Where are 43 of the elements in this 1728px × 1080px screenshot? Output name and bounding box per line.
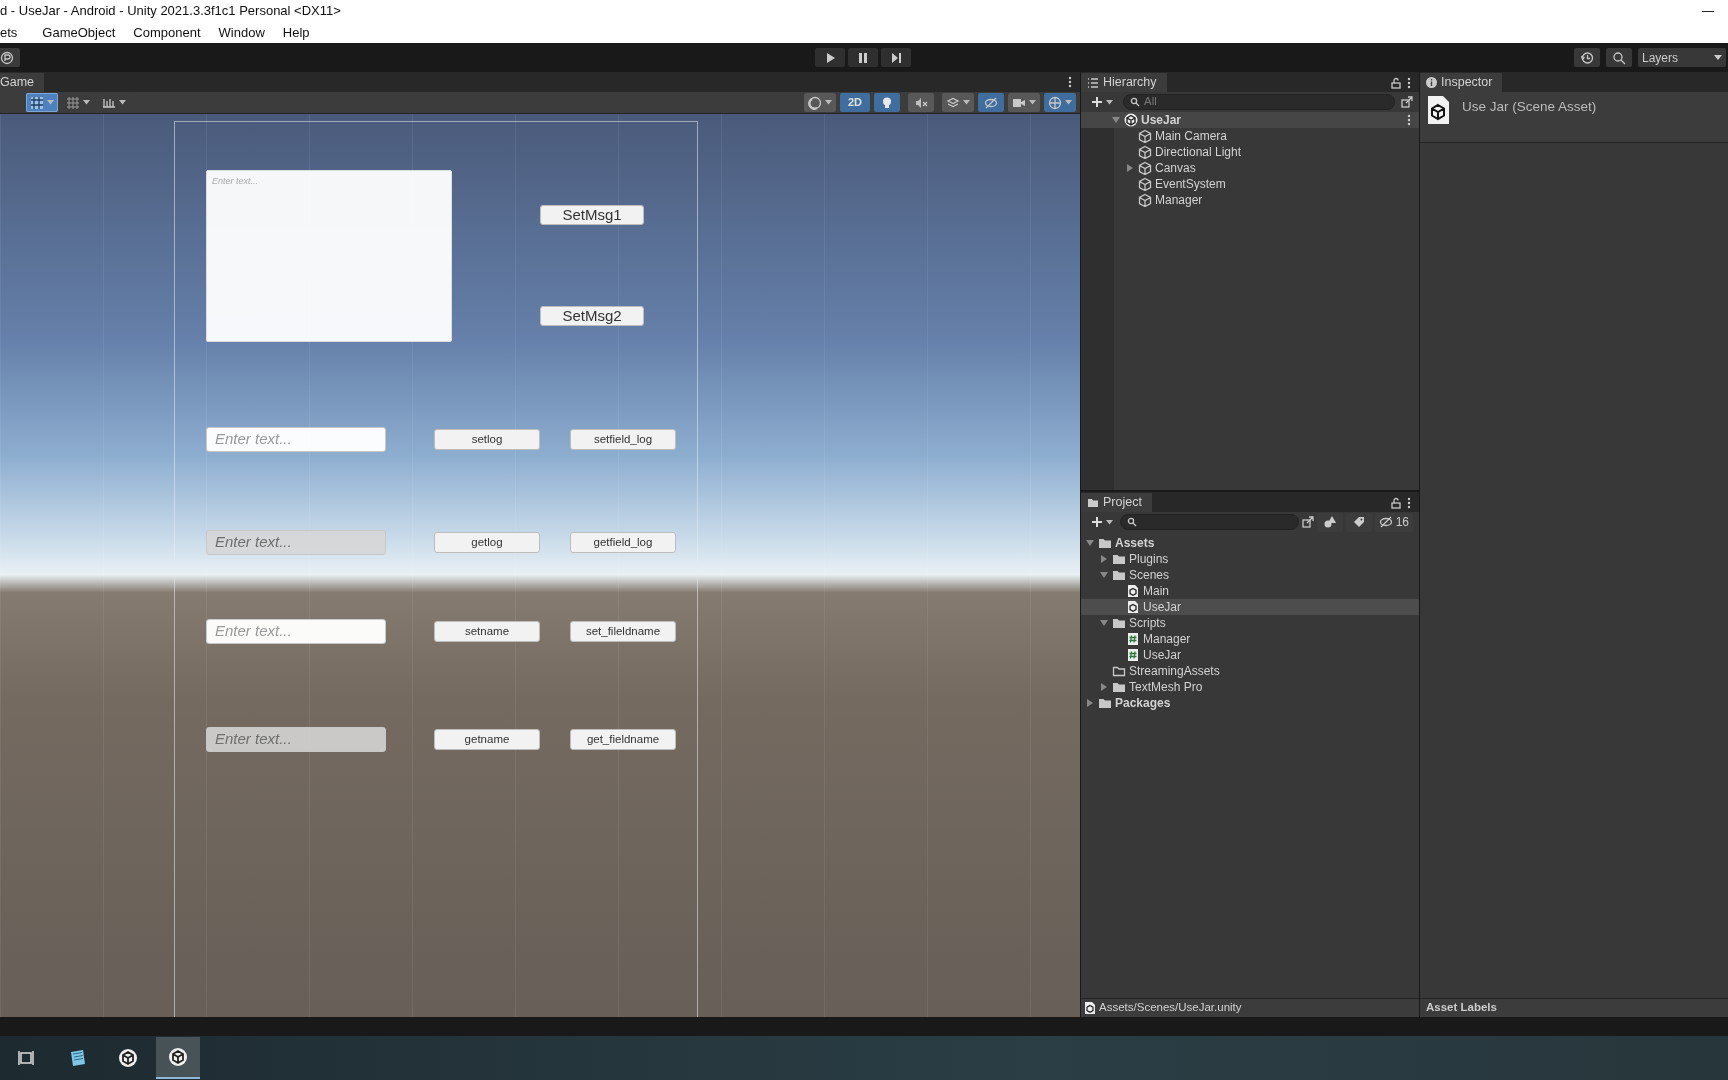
hidden-packages-button[interactable]: 16 [1374, 512, 1413, 532]
hierarchy-item[interactable]: Directional Light [1081, 144, 1419, 160]
menu-item[interactable]: Help [282, 22, 310, 43]
menu-item[interactable]: Window [218, 22, 265, 43]
action-button[interactable]: setlog [434, 429, 540, 450]
inspector-tab[interactable]: Inspector [1420, 73, 1503, 92]
layers-dropdown[interactable]: Layers [1638, 48, 1726, 67]
project-item[interactable]: UseJar [1081, 599, 1419, 615]
project-item[interactable]: Scenes [1081, 567, 1419, 583]
project-item[interactable]: Manager [1081, 631, 1419, 647]
project-item[interactable]: TextMesh Pro [1081, 679, 1419, 695]
action-button[interactable]: getname [434, 729, 540, 750]
action-button[interactable]: setfield_log [570, 429, 676, 450]
scene-row[interactable]: UseJar [1081, 112, 1419, 128]
message-button[interactable]: SetMsg2 [540, 306, 644, 326]
project-item[interactable]: Assets [1081, 535, 1419, 551]
project-item[interactable]: Scripts [1081, 615, 1419, 631]
project-tab[interactable]: Project [1081, 493, 1152, 512]
hierarchy-item[interactable]: Manager [1081, 192, 1419, 208]
hierarchy-item[interactable]: EventSystem [1081, 176, 1419, 192]
asset-path: Assets/Scenes/UseJar.unity [1099, 1000, 1242, 1016]
asset-title: Use Jar (Scene Asset) [1462, 98, 1597, 116]
hierarchy-item[interactable]: Canvas [1081, 160, 1419, 176]
asset-labels-header: Asset Labels [1426, 1000, 1497, 1016]
project-item[interactable]: StreamingAssets [1081, 663, 1419, 679]
menu-item[interactable]: GameObject [42, 22, 116, 43]
game-tab[interactable]: Game [0, 73, 45, 92]
menu-item[interactable]: Component [133, 22, 201, 43]
window-title: d - UseJar - Android - Unity 2021.3.3f1c1 Personal <DX11> [0, 2, 341, 21]
hierarchy-tab[interactable]: Hierarchy [1081, 73, 1167, 92]
action-button[interactable]: getfield_log [570, 532, 676, 553]
scene-toggle[interactable]: 2D [840, 93, 870, 112]
message-button[interactable]: SetMsg1 [540, 205, 644, 225]
action-button[interactable]: setname [434, 621, 540, 642]
project-item[interactable]: UseJar [1081, 647, 1419, 663]
action-button[interactable]: getlog [434, 532, 540, 553]
hierarchy-item[interactable]: Main Camera [1081, 128, 1419, 144]
project-item[interactable]: Plugins [1081, 551, 1419, 567]
action-button[interactable]: get_fieldname [570, 729, 676, 750]
action-button[interactable]: set_fileldname [570, 621, 676, 642]
project-item[interactable]: Main [1081, 583, 1419, 599]
menu-item[interactable]: ets [0, 22, 18, 43]
project-item[interactable]: Packages [1081, 695, 1419, 711]
